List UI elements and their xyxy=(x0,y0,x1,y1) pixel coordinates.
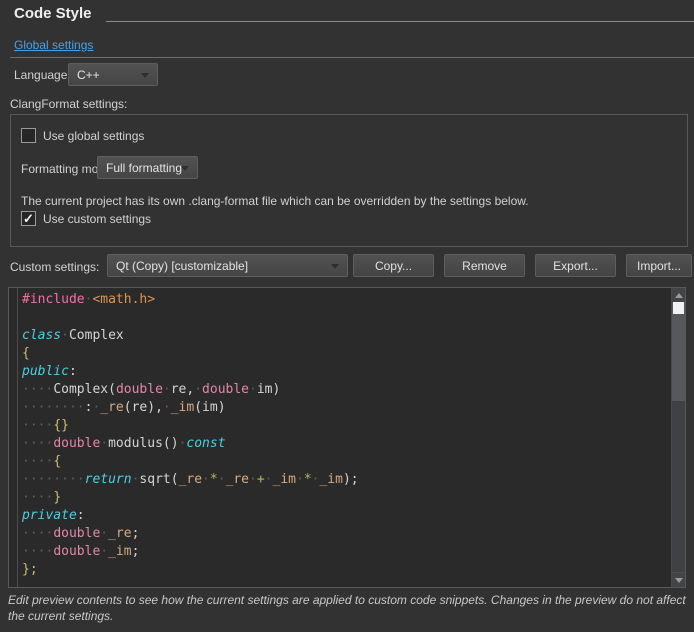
language-select-value: C++ xyxy=(77,68,100,82)
code-line: }; xyxy=(22,561,669,579)
remove-button[interactable]: Remove xyxy=(444,254,525,277)
custom-settings-value: Qt (Copy) [customizable] xyxy=(116,259,248,273)
code-line xyxy=(22,309,669,327)
scrollbar-track[interactable] xyxy=(672,401,685,573)
vertical-scrollbar[interactable] xyxy=(671,288,685,587)
language-label: Language: xyxy=(14,68,71,82)
dropdown-arrow-icon xyxy=(181,166,189,171)
arrow-up-icon xyxy=(675,293,683,298)
code-area: #include·<math.h> class·Complex{public:·… xyxy=(22,291,669,579)
use-global-settings-label: Use global settings xyxy=(43,129,144,143)
copy-button[interactable]: Copy... xyxy=(353,254,434,277)
header-separator xyxy=(10,57,694,58)
title-rule xyxy=(106,21,694,22)
code-line: ····double·_re; xyxy=(22,525,669,543)
code-line: ····} xyxy=(22,489,669,507)
page-title: Code Style xyxy=(14,5,92,22)
checkmark-icon: ✓ xyxy=(23,212,34,225)
dropdown-arrow-icon xyxy=(331,264,339,269)
code-line: ····double·modulus()·const xyxy=(22,435,669,453)
language-select[interactable]: C++ xyxy=(68,63,158,86)
code-line: ········return·sqrt(_re·*·_re·+·_im·*·_i… xyxy=(22,471,669,489)
dropdown-arrow-icon xyxy=(141,73,149,78)
editor-margin-line xyxy=(17,288,18,587)
formatting-mode-value: Full formatting xyxy=(106,161,182,175)
code-line: ····{ xyxy=(22,453,669,471)
code-line: class·Complex xyxy=(22,327,669,345)
code-line: ····{} xyxy=(22,417,669,435)
use-custom-settings-label: Use custom settings xyxy=(43,212,151,226)
footer-note: Edit preview contents to see how the cur… xyxy=(8,592,692,624)
code-preview-editor[interactable]: #include·<math.h> class·Complex{public:·… xyxy=(8,287,686,588)
clangformat-section-label: ClangFormat settings: xyxy=(10,97,127,111)
scroll-position-marker xyxy=(673,302,684,314)
use-global-settings-checkbox[interactable]: Use global settings xyxy=(21,128,144,143)
import-button[interactable]: Import... xyxy=(626,254,692,277)
scrollbar-down-button[interactable] xyxy=(672,572,685,587)
code-line: ····double·_im; xyxy=(22,543,669,561)
formatting-mode-select[interactable]: Full formatting xyxy=(97,156,198,179)
scrollbar-thumb[interactable] xyxy=(672,302,685,401)
export-button[interactable]: Export... xyxy=(535,254,616,277)
code-line: { xyxy=(22,345,669,363)
code-line: private: xyxy=(22,507,669,525)
scrollbar-up-button[interactable] xyxy=(672,288,685,303)
code-line: public: xyxy=(22,363,669,381)
checkbox-box xyxy=(21,128,36,143)
custom-settings-label: Custom settings: xyxy=(10,260,99,274)
clangformat-note: The current project has its own .clang-f… xyxy=(21,194,529,208)
use-custom-settings-checkbox[interactable]: ✓ Use custom settings xyxy=(21,211,151,226)
custom-settings-select[interactable]: Qt (Copy) [customizable] xyxy=(107,254,348,277)
code-line: ····Complex(double·re,·double·im) xyxy=(22,381,669,399)
code-line: ········:·_re(re),·_im(im) xyxy=(22,399,669,417)
code-line: #include·<math.h> xyxy=(22,291,669,309)
checkbox-box-checked: ✓ xyxy=(21,211,36,226)
arrow-down-icon xyxy=(675,578,683,583)
global-settings-link[interactable]: Global settings xyxy=(14,38,93,52)
